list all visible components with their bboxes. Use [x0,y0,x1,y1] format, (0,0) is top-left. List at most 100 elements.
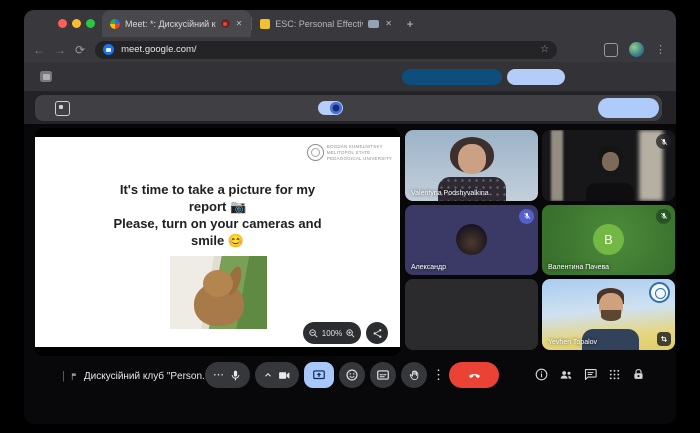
apps-grid-icon[interactable] [607,367,622,382]
mic-muted-icon [519,209,534,224]
meeting-title: Дискусійний клуб "Person... [84,371,211,382]
zoom-controls: 100% [303,322,361,344]
slide-text-line: smile 😊 [35,232,400,249]
reactions-button[interactable] [339,362,365,388]
browser-menu-icon[interactable]: ⋮ [655,43,666,56]
meeting-title-icon [70,372,79,381]
bunny-photo [170,256,267,329]
share-presentation-button[interactable] [366,322,388,344]
close-tab-icon[interactable]: ✕ [235,19,244,28]
participant-tile[interactable] [405,279,538,350]
slide-text-line: report 📷 [35,198,400,215]
url-text: meet.google.com/ [121,44,540,55]
hand-icon [408,369,421,382]
participant-name: Александр [411,264,446,271]
slide: BOGDAN KHMELNITSKY MELITOPOL STATE PEDAG… [35,137,400,347]
profile-avatar[interactable] [629,42,644,57]
address-bar[interactable]: meet.google.com/ ☆ [95,41,557,59]
camera-in-use-icon [221,19,230,28]
forward-icon[interactable]: → [54,44,66,56]
captions-button[interactable] [370,362,396,388]
close-tab-icon[interactable]: ✕ [384,19,393,28]
logo-line: MELITOPOL STATE [327,150,392,155]
raise-hand-button[interactable] [401,362,427,388]
participant-tile[interactable]: B Валентина Пачева [542,205,675,276]
participant-tile[interactable]: Александр [405,205,538,276]
divider: | [62,370,65,382]
tab-meet[interactable]: Meet: *: Дискусійний к ✕ [102,10,251,37]
info-icon[interactable] [534,367,549,382]
participant-tile[interactable]: Yevhen Topalov [542,279,675,350]
slide-text: It's time to take a picture for my repor… [35,181,400,249]
participant-avatar: B [593,224,624,255]
meeting-panels [534,367,646,382]
zoom-out-icon[interactable] [308,328,319,339]
share-toggle[interactable] [318,101,343,115]
meet-main-area: BOGDAN KHMELNITSKY MELITOPOL STATE PEDAG… [24,124,676,357]
leave-call-button[interactable] [449,362,499,388]
meet-favicon-icon [110,19,120,29]
zoom-level: 100% [322,329,342,338]
close-window-button[interactable] [58,19,67,28]
participant-name: Valentyna Podshyvalkina [411,190,489,197]
new-tab-button[interactable]: + [401,10,419,37]
participant-body [586,183,634,201]
slide-text-line: It's time to take a picture for my [35,181,400,198]
call-controls: ⋯ ⋮ [205,362,499,388]
university-emblem-icon [307,144,324,161]
page-thumbnail-icon [40,71,52,82]
stop-sharing-button[interactable] [598,98,659,118]
more-options-button[interactable]: ⋮ [432,367,444,383]
mic-options-icon[interactable]: ⋯ [213,370,224,381]
zoom-in-icon[interactable] [345,328,356,339]
banner-primary-button[interactable] [402,69,502,85]
presentation-tile[interactable]: BOGDAN KHMELNITSKY MELITOPOL STATE PEDAG… [35,128,400,356]
participant-beard [601,310,621,321]
browser-toolbar: ← → ⟳ meet.google.com/ ☆ ⋮ [24,37,676,62]
screen-share-icon [55,101,70,116]
captions-icon [376,368,390,382]
participant-tile[interactable] [542,130,675,201]
chevron-up-icon[interactable] [263,370,273,380]
course-favicon-icon [260,19,270,29]
mic-icon [229,369,242,382]
notification-banner [24,62,676,91]
people-icon[interactable] [558,367,574,382]
mic-muted-icon [656,134,671,149]
participant-face [458,144,486,174]
banner-secondary-button[interactable] [507,69,565,85]
share-icon [372,328,383,339]
tab-elc-course[interactable]: ESC: Personal Effectiven ✕ [252,10,401,37]
present-screen-button[interactable] [304,362,334,388]
extensions-icon[interactable] [604,43,618,57]
chat-icon[interactable] [583,367,598,382]
overlay-logo-icon [649,282,670,303]
back-icon[interactable]: ← [33,44,45,56]
participant-name: Yevhen Topalov [548,339,597,346]
smiley-icon [345,368,359,382]
logo-line: BOGDAN KHMELNITSKY [327,144,392,149]
present-icon [312,368,326,382]
tile-options-icon[interactable] [657,332,671,346]
host-controls-lock-icon[interactable] [631,367,646,382]
participants-grid: Valentyna Podshyvalkina Александр [405,130,675,350]
minimize-window-button[interactable] [72,19,81,28]
reload-icon[interactable]: ⟳ [75,44,85,56]
participant-name: Валентина Пачева [548,264,609,271]
tab-media-icon [368,20,379,28]
bunny-head [203,270,233,297]
mic-button[interactable]: ⋯ [205,362,250,388]
university-logo: BOGDAN KHMELNITSKY MELITOPOL STATE PEDAG… [307,144,392,161]
sharing-bar-row [24,91,676,124]
maximize-window-button[interactable] [86,19,95,28]
mic-muted-icon [656,209,671,224]
participant-tile[interactable]: Valentyna Podshyvalkina [405,130,538,201]
bookmark-star-icon[interactable]: ☆ [540,44,549,55]
window-light [551,130,563,201]
camera-icon [278,369,291,382]
participant-face [602,152,619,171]
camera-button[interactable] [255,362,299,388]
toolbar-right: ⋮ [604,37,666,62]
university-logo-text: BOGDAN KHMELNITSKY MELITOPOL STATE PEDAG… [327,144,392,161]
meet-control-bar: | Дискусійний клуб "Person... ⋯ [24,357,676,424]
